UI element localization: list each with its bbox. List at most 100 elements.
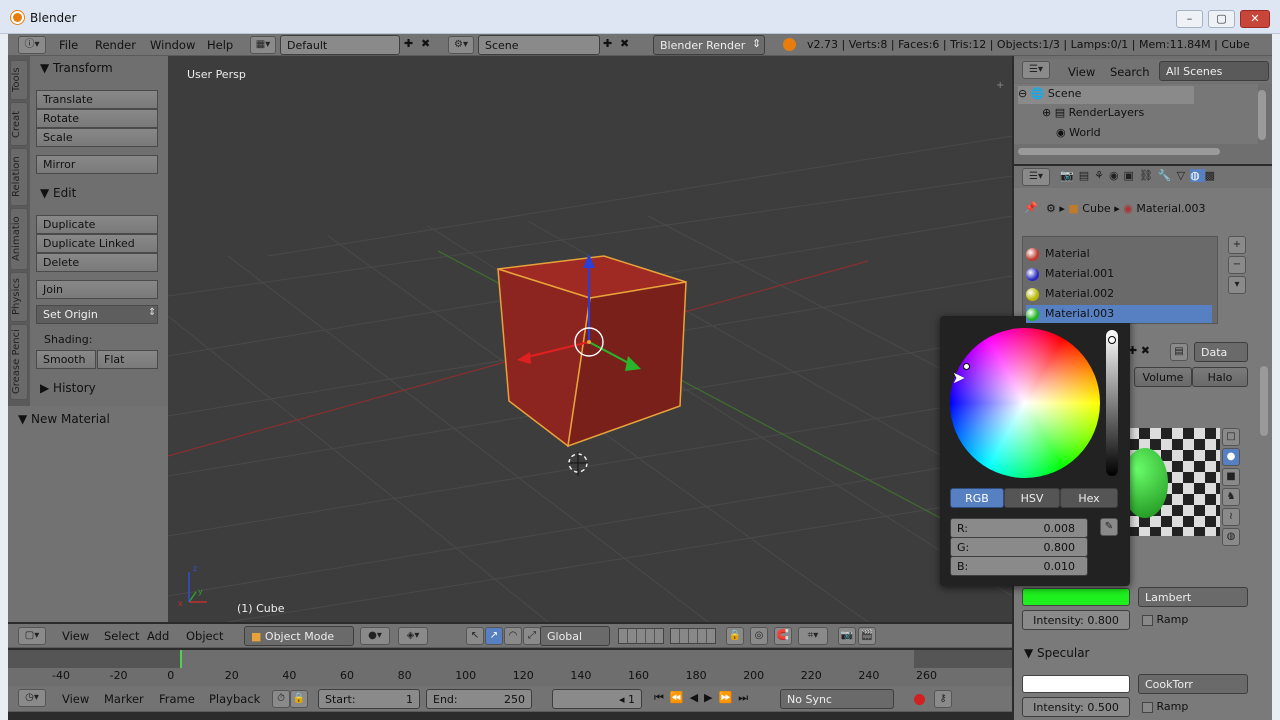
view3d-menu-view[interactable]: View <box>62 629 89 643</box>
material-slot[interactable]: Material <box>1026 245 1212 263</box>
record-icon[interactable] <box>914 694 925 705</box>
green-field[interactable]: G: 0.800 <box>950 537 1088 557</box>
history-panel-title[interactable]: ▶ History <box>40 381 96 395</box>
close-button[interactable]: ✕ <box>1240 10 1270 28</box>
add-region-icon[interactable]: + <box>996 80 1004 91</box>
scene-select[interactable]: Scene <box>478 35 600 55</box>
manipulator-toggle-icon[interactable]: ↖ <box>466 627 484 645</box>
current-frame-field[interactable]: ◂ 1 <box>552 689 642 709</box>
end-frame-field[interactable]: End: 250 <box>426 689 532 709</box>
diffuse-color-swatch[interactable] <box>1022 588 1130 606</box>
specular-shader-select[interactable]: CookTorr <box>1138 674 1248 694</box>
menu-help[interactable]: Help <box>207 38 233 52</box>
layers-icon-2[interactable] <box>670 628 716 644</box>
orientation-select[interactable]: Global <box>540 626 610 646</box>
specular-color-swatch[interactable] <box>1022 675 1130 693</box>
render-engine-select[interactable]: Blender Render <box>653 35 765 55</box>
lock-layers-icon[interactable]: 🔒 <box>726 627 744 645</box>
delete-button[interactable]: Delete <box>36 253 158 272</box>
sync-select[interactable]: No Sync <box>780 689 894 709</box>
menu-file[interactable]: File <box>59 38 78 52</box>
specular-ramp-toggle[interactable]: Ramp <box>1142 700 1188 713</box>
tab-create[interactable]: Creat <box>10 102 28 146</box>
pin-icon[interactable]: 📌 <box>1024 201 1038 214</box>
data-link-select[interactable]: Data <box>1194 342 1248 362</box>
playback-controls[interactable]: ⏮⏪◀▶⏩⏭ <box>654 691 754 705</box>
pivot-icon[interactable]: ◈▾ <box>398 627 428 645</box>
view3d-menu-object[interactable]: Object <box>186 629 223 643</box>
tab-animation[interactable]: Animatio <box>10 208 28 270</box>
layout-select[interactable]: Default <box>280 35 400 55</box>
add-layout-icon[interactable]: ✚ <box>404 37 413 50</box>
new-material-panel-title[interactable]: ▼ New Material <box>18 412 110 426</box>
timeline-menu-frame[interactable]: Frame <box>159 692 195 706</box>
tab-volume[interactable]: Volume <box>1134 367 1192 387</box>
translate-button[interactable]: Translate <box>36 90 158 109</box>
add-scene-icon[interactable]: ✚ <box>603 37 612 50</box>
scene-icon[interactable]: ⚙▾ <box>448 36 474 54</box>
mode-hsv-tab[interactable]: HSV <box>1004 488 1060 508</box>
tab-relations[interactable]: Relation <box>10 148 28 206</box>
keying-icon[interactable]: ⚷ <box>934 690 952 708</box>
translate-manipulator-icon[interactable]: ↗ <box>485 627 503 645</box>
eyedropper-icon[interactable]: ✎ <box>1100 518 1118 536</box>
viewport-shading-icon[interactable]: ●▾ <box>360 627 390 645</box>
fake-user-icon[interactable]: ▤ <box>1170 343 1188 361</box>
edit-panel-title[interactable]: ▼ Edit <box>40 186 76 200</box>
add-slot-button[interactable]: + <box>1228 236 1246 254</box>
slot-menu-button[interactable]: ▾ <box>1228 276 1246 294</box>
layout-icon[interactable]: ▦▾ <box>250 36 276 54</box>
timeline-menu-marker[interactable]: Marker <box>104 692 144 706</box>
timeline-menu-view[interactable]: View <box>62 692 89 706</box>
specular-ramp-checkbox[interactable] <box>1142 701 1153 713</box>
preview-sky-icon[interactable]: ◍ <box>1222 528 1240 546</box>
minimize-button[interactable]: – <box>1176 10 1203 28</box>
mode-rgb-tab[interactable]: RGB <box>950 488 1004 508</box>
outliner-renderlayers-row[interactable]: ⊕ ▤ RenderLayers <box>1042 106 1144 119</box>
proportional-edit-icon[interactable]: ◎ <box>750 627 768 645</box>
start-frame-field[interactable]: Start: 1 <box>318 689 420 709</box>
color-wheel[interactable] <box>950 328 1100 478</box>
outliner-menu-search[interactable]: Search <box>1110 65 1150 79</box>
view3d-menu-add[interactable]: Add <box>147 629 169 643</box>
timeline-playhead[interactable] <box>180 650 182 668</box>
transform-panel-title[interactable]: ▼ Transform <box>40 61 113 75</box>
rotate-manipulator-icon[interactable]: ◠ <box>504 627 522 645</box>
3d-viewport[interactable]: z y x User Persp (1) Cube + <box>168 56 1012 622</box>
snap-icon[interactable]: 🧲 <box>774 627 792 645</box>
diffuse-ramp-checkbox[interactable] <box>1142 614 1153 626</box>
tab-grease-pencil[interactable]: Grease Penci <box>10 324 28 400</box>
duplicate-linked-button[interactable]: Duplicate Linked <box>36 234 158 253</box>
set-origin-select[interactable]: Set Origin <box>36 305 158 324</box>
duplicate-button[interactable]: Duplicate <box>36 215 158 234</box>
red-field[interactable]: R: 0.008 <box>950 518 1088 538</box>
outliner-world-row[interactable]: ◉ World <box>1056 126 1101 139</box>
remove-layout-icon[interactable]: ✖ <box>421 37 430 50</box>
rotate-button[interactable]: Rotate <box>36 109 158 128</box>
outliner-vscrollbar[interactable] <box>1258 90 1266 140</box>
timeline-menu-playback[interactable]: Playback <box>209 692 260 706</box>
value-slider[interactable] <box>1106 330 1118 476</box>
preview-flat-icon[interactable]: □ <box>1222 428 1240 446</box>
tab-tools[interactable]: Tools <box>10 60 28 100</box>
tab-physics[interactable]: Physics <box>10 272 28 322</box>
remove-slot-button[interactable]: − <box>1228 256 1246 274</box>
scale-button[interactable]: Scale <box>36 128 158 147</box>
lock-range-icon[interactable]: 🔒 <box>290 690 308 708</box>
diffuse-intensity-field[interactable]: Intensity: 0.800 <box>1022 610 1130 630</box>
properties-editor-type-icon[interactable]: ☰▾ <box>1022 168 1050 186</box>
outliner-menu-view[interactable]: View <box>1068 65 1095 79</box>
join-button[interactable]: Join <box>36 280 158 299</box>
view3d-menu-select[interactable]: Select <box>104 629 139 643</box>
specular-intensity-field[interactable]: Intensity: 0.500 <box>1022 697 1130 717</box>
scale-manipulator-icon[interactable]: ⤢ <box>523 627 541 645</box>
mode-select[interactable]: ■ Object Mode <box>244 626 354 646</box>
material-slot[interactable]: Material.003 <box>1026 305 1212 323</box>
tab-halo[interactable]: Halo <box>1192 367 1248 387</box>
maximize-button[interactable]: ▢ <box>1208 10 1235 28</box>
mirror-button[interactable]: Mirror <box>36 155 158 174</box>
context-tabs[interactable]: 📷▤⚘◉▣⛓🔧▽◍▩ <box>1060 169 1270 186</box>
material-slot[interactable]: Material.002 <box>1026 285 1212 303</box>
blue-field[interactable]: B: 0.010 <box>950 556 1088 576</box>
render-anim-icon[interactable]: 🎬 <box>858 627 876 645</box>
